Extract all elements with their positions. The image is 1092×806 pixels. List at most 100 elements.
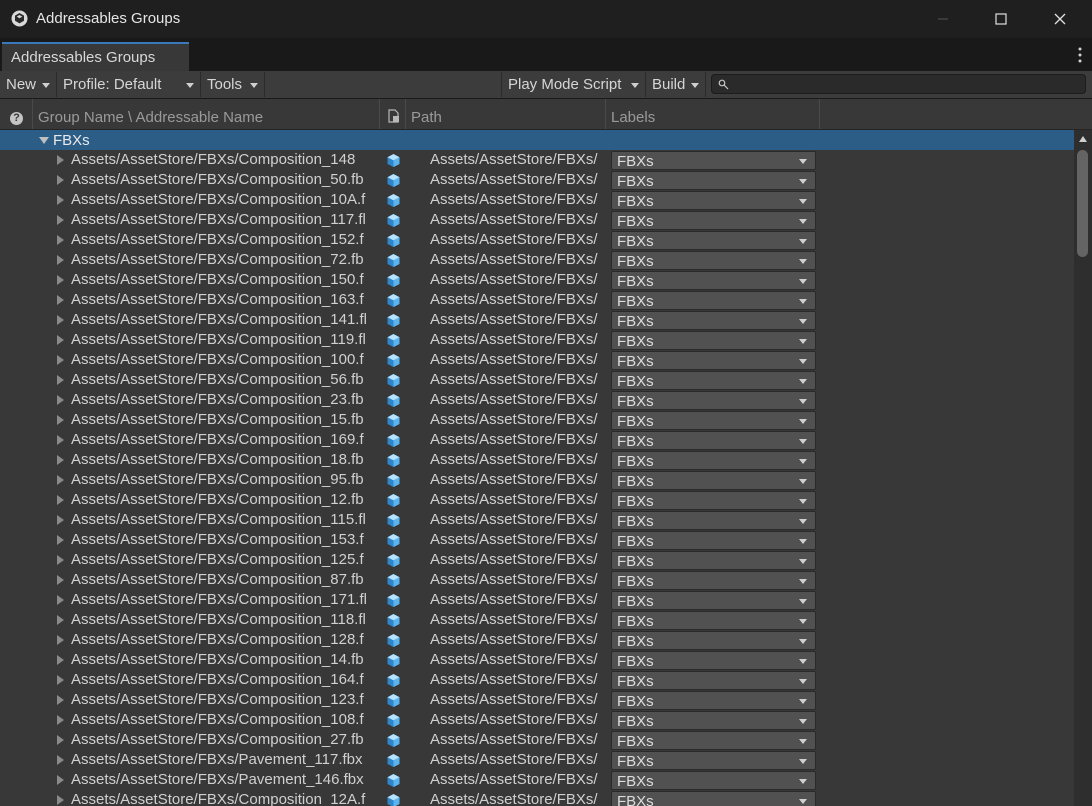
expand-arrow-icon[interactable] (57, 595, 64, 605)
expand-arrow-icon[interactable] (57, 255, 64, 265)
expand-arrow-icon[interactable] (57, 155, 64, 165)
table-row[interactable]: Assets/AssetStore/FBXs/Composition_108.f… (0, 710, 1074, 730)
table-row[interactable]: Assets/AssetStore/FBXs/Composition_163.f… (0, 290, 1074, 310)
table-row[interactable]: Assets/AssetStore/FBXs/Composition_10A.f… (0, 190, 1074, 210)
tab-addressables-groups[interactable]: Addressables Groups (2, 42, 189, 71)
table-row[interactable]: Assets/AssetStore/FBXs/Composition_12A.f… (0, 790, 1074, 806)
labels-dropdown[interactable]: FBXs (611, 371, 816, 390)
scroll-up-arrow-icon[interactable] (1079, 136, 1087, 142)
play-mode-script-dropdown[interactable]: Play Mode Script (501, 72, 646, 97)
table-row[interactable]: Assets/AssetStore/FBXs/Composition_148 As… (0, 150, 1074, 170)
labels-dropdown[interactable]: FBXs (611, 571, 816, 590)
table-row[interactable]: Assets/AssetStore/FBXs/Composition_117.f… (0, 210, 1074, 230)
labels-dropdown[interactable]: FBXs (611, 511, 816, 530)
scrollbar-thumb[interactable] (1077, 150, 1088, 257)
labels-dropdown[interactable]: FBXs (611, 711, 816, 730)
table-row[interactable]: Assets/AssetStore/FBXs/Composition_15.fb… (0, 410, 1074, 430)
expand-arrow-icon[interactable] (57, 715, 64, 725)
table-row[interactable]: Assets/AssetStore/FBXs/Composition_171.f… (0, 590, 1074, 610)
search-field[interactable] (711, 74, 1086, 95)
new-dropdown[interactable]: New (0, 72, 57, 97)
build-dropdown[interactable]: Build (646, 72, 706, 97)
expand-arrow-icon[interactable] (57, 695, 64, 705)
labels-dropdown[interactable]: FBXs (611, 431, 816, 450)
labels-dropdown[interactable]: FBXs (611, 231, 816, 250)
expand-arrow-icon[interactable] (57, 535, 64, 545)
labels-dropdown[interactable]: FBXs (611, 731, 816, 750)
expand-arrow-icon[interactable] (57, 295, 64, 305)
expand-arrow-icon[interactable] (57, 635, 64, 645)
table-row[interactable]: Assets/AssetStore/FBXs/Composition_128.f… (0, 630, 1074, 650)
table-row[interactable]: Assets/AssetStore/FBXs/Composition_150.f… (0, 270, 1074, 290)
labels-dropdown[interactable]: FBXs (611, 491, 816, 510)
table-row[interactable]: Assets/AssetStore/FBXs/Pavement_117.fbx A… (0, 750, 1074, 770)
labels-dropdown[interactable]: FBXs (611, 631, 816, 650)
tools-dropdown[interactable]: Tools (201, 72, 265, 97)
labels-dropdown[interactable]: FBXs (611, 251, 816, 270)
table-row[interactable]: Assets/AssetStore/FBXs/Composition_56.fb… (0, 370, 1074, 390)
labels-dropdown[interactable]: FBXs (611, 531, 816, 550)
expand-arrow-icon[interactable] (57, 795, 64, 805)
type-column-header[interactable] (380, 99, 406, 129)
vertical-scrollbar[interactable] (1074, 130, 1092, 806)
labels-dropdown[interactable]: FBXs (611, 151, 816, 170)
search-input[interactable] (734, 75, 1078, 95)
labels-dropdown[interactable]: FBXs (611, 691, 816, 710)
expand-arrow-icon[interactable] (57, 195, 64, 205)
help-icon[interactable]: ? (10, 112, 23, 125)
labels-dropdown[interactable]: FBXs (611, 471, 816, 490)
table-row[interactable]: Assets/AssetStore/FBXs/Composition_18.fb… (0, 450, 1074, 470)
table-row[interactable]: Assets/AssetStore/FBXs/Composition_153.f… (0, 530, 1074, 550)
minimize-button[interactable] (915, 0, 973, 38)
table-row[interactable]: Assets/AssetStore/FBXs/Composition_119.f… (0, 330, 1074, 350)
table-row[interactable]: Assets/AssetStore/FBXs/Composition_100.f… (0, 350, 1074, 370)
expand-arrow-icon[interactable] (57, 395, 64, 405)
expand-arrow-icon[interactable] (57, 555, 64, 565)
table-row[interactable]: Assets/AssetStore/FBXs/Composition_23.fb… (0, 390, 1074, 410)
expand-arrow-icon[interactable] (57, 735, 64, 745)
table-row[interactable]: Assets/AssetStore/FBXs/Pavement_146.fbx A… (0, 770, 1074, 790)
labels-dropdown[interactable]: FBXs (611, 591, 816, 610)
labels-dropdown[interactable]: FBXs (611, 771, 816, 790)
labels-dropdown[interactable]: FBXs (611, 611, 816, 630)
expand-arrow-icon[interactable] (57, 175, 64, 185)
labels-dropdown[interactable]: FBXs (611, 311, 816, 330)
labels-dropdown[interactable]: FBXs (611, 191, 816, 210)
labels-dropdown[interactable]: FBXs (611, 291, 816, 310)
labels-dropdown[interactable]: FBXs (611, 271, 816, 290)
expand-arrow-icon[interactable] (57, 475, 64, 485)
labels-dropdown[interactable]: FBXs (611, 551, 816, 570)
expand-arrow-icon[interactable] (57, 335, 64, 345)
labels-dropdown[interactable]: FBXs (611, 791, 816, 806)
expand-arrow-icon[interactable] (57, 655, 64, 665)
table-row[interactable]: Assets/AssetStore/FBXs/Composition_125.f… (0, 550, 1074, 570)
expand-arrow-icon[interactable] (57, 455, 64, 465)
labels-dropdown[interactable]: FBXs (611, 451, 816, 470)
expand-arrow-icon[interactable] (57, 675, 64, 685)
table-row[interactable]: Assets/AssetStore/FBXs/Composition_87.fb… (0, 570, 1074, 590)
expand-triangle-icon[interactable] (39, 137, 49, 144)
help-column[interactable]: ? (0, 99, 33, 129)
close-button[interactable] (1032, 0, 1090, 38)
profile-dropdown[interactable]: Profile: Default (57, 72, 201, 97)
expand-arrow-icon[interactable] (57, 775, 64, 785)
expand-arrow-icon[interactable] (57, 515, 64, 525)
labels-dropdown[interactable]: FBXs (611, 351, 816, 370)
expand-arrow-icon[interactable] (57, 755, 64, 765)
expand-arrow-icon[interactable] (57, 235, 64, 245)
expand-arrow-icon[interactable] (57, 495, 64, 505)
table-row[interactable]: Assets/AssetStore/FBXs/Composition_72.fb… (0, 250, 1074, 270)
table-row[interactable]: Assets/AssetStore/FBXs/Composition_118.f… (0, 610, 1074, 630)
labels-column-header[interactable]: Labels (606, 99, 820, 129)
group-row-fbxs[interactable]: FBXs (0, 130, 1074, 150)
path-column-header[interactable]: Path (406, 99, 606, 129)
table-row[interactable]: Assets/AssetStore/FBXs/Composition_50.fb… (0, 170, 1074, 190)
labels-dropdown[interactable]: FBXs (611, 171, 816, 190)
labels-dropdown[interactable]: FBXs (611, 211, 816, 230)
expand-arrow-icon[interactable] (57, 275, 64, 285)
table-row[interactable]: Assets/AssetStore/FBXs/Composition_12.fb… (0, 490, 1074, 510)
table-row[interactable]: Assets/AssetStore/FBXs/Composition_115.f… (0, 510, 1074, 530)
maximize-button[interactable] (973, 0, 1031, 38)
expand-arrow-icon[interactable] (57, 215, 64, 225)
labels-dropdown[interactable]: FBXs (611, 411, 816, 430)
